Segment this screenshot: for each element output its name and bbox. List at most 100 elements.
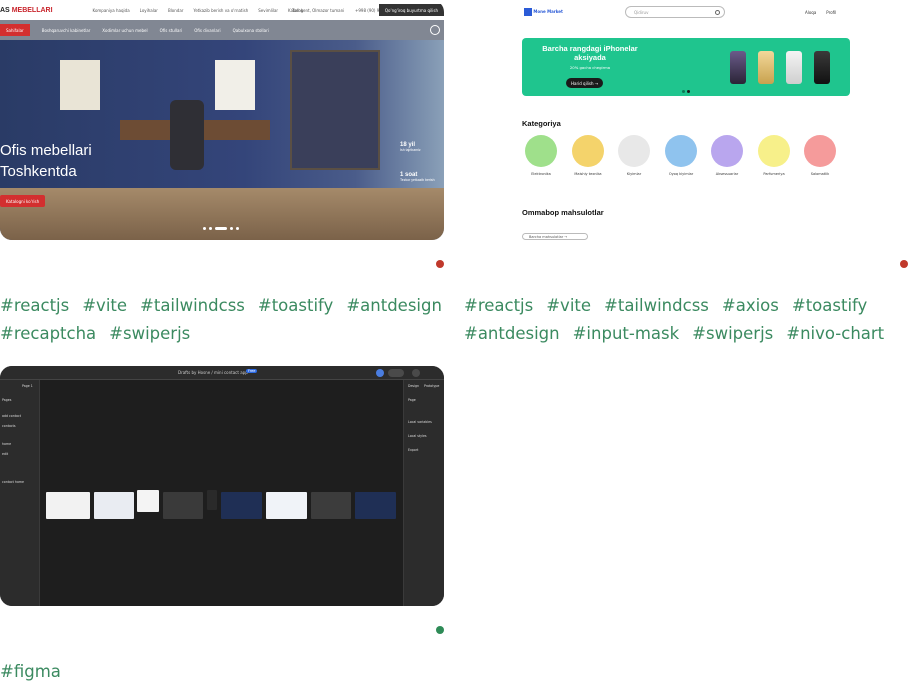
floor	[0, 188, 444, 240]
bookshelf	[290, 50, 380, 170]
tag[interactable]: #figma	[0, 660, 61, 684]
nav-item[interactable]: Blondar	[168, 8, 183, 13]
search-input[interactable]: Qidiruv	[625, 6, 725, 18]
frame-thumbnail[interactable]	[137, 490, 159, 512]
catalog-button[interactable]: Katalogni ko'rish	[0, 195, 46, 207]
banner-title: Barcha rangdagi iPhonelar aksiyada	[542, 44, 638, 62]
panel-section[interactable]: Export	[408, 448, 418, 452]
health-icon	[804, 135, 836, 167]
panel-section[interactable]: Local variables	[408, 420, 432, 424]
menu-item-active[interactable]: Sahifalar	[0, 24, 30, 36]
tag[interactable]: #recaptcha	[0, 322, 96, 346]
clothing-icon	[618, 135, 650, 167]
menu-item[interactable]: Boshqaruvchi kabinetlar	[42, 28, 91, 33]
tag-list: #figma	[0, 660, 444, 684]
tag[interactable]: #tailwindcss	[604, 294, 709, 318]
nav-item[interactable]: Sevimlilar	[258, 8, 278, 13]
tag[interactable]: #input-mask	[573, 322, 680, 346]
nav-item[interactable]: Loyihalar	[140, 8, 158, 13]
request-call-button[interactable]: Qo'ng'iroq buyurtma qilish	[378, 4, 444, 16]
search-icon[interactable]	[715, 10, 720, 15]
frame-thumbnail[interactable]	[94, 492, 134, 519]
status-dot	[900, 260, 908, 268]
play-icon[interactable]	[412, 369, 420, 377]
stat-years: 18 yil Ish tajribamiz	[400, 142, 421, 152]
category-item[interactable]: Kiyimlar	[614, 135, 654, 176]
panel-section[interactable]: Local styles	[408, 434, 427, 438]
panel-section: Page	[408, 398, 416, 402]
category-item[interactable]: Oyoq kiyimlar	[661, 135, 701, 176]
phone-image	[814, 51, 830, 84]
perfume-icon	[758, 135, 790, 167]
wall-art	[215, 60, 255, 110]
buy-button[interactable]: Harid qilish →	[566, 78, 604, 88]
search-icon[interactable]	[430, 25, 440, 35]
contact-link[interactable]: Aloqa	[805, 10, 816, 15]
frame-thumbnail[interactable]	[355, 492, 396, 519]
tag[interactable]: #vite	[82, 294, 127, 318]
share-button[interactable]	[388, 369, 404, 377]
layer-item[interactable]: add contact	[2, 414, 21, 418]
tag[interactable]: #antdesign	[464, 322, 560, 346]
market-logo[interactable]: Mone Market	[524, 8, 563, 16]
tag[interactable]: #reactjs	[0, 294, 69, 318]
frame-thumbnail[interactable]	[266, 492, 307, 519]
frame-thumbnail[interactable]	[221, 492, 262, 519]
slider-pagination[interactable]	[203, 227, 239, 230]
layer-item[interactable]: Pages	[2, 398, 11, 402]
phone-image	[758, 51, 774, 84]
category-item[interactable]: Parfumeriya	[754, 135, 794, 176]
layers-panel: Page 1 Pages add contact contacts home e…	[0, 380, 40, 606]
tag[interactable]: #toastify	[792, 294, 867, 318]
address: Toshkent, Olmazor tumani	[292, 7, 345, 13]
tag[interactable]: #axios	[722, 294, 779, 318]
nav-item[interactable]: Kompaniya haqida	[93, 8, 130, 13]
site-logo[interactable]: AS MEBELLARI	[0, 7, 53, 14]
design-canvas[interactable]	[40, 380, 403, 606]
menu-item[interactable]: Ofis stullari	[160, 28, 183, 33]
category-item[interactable]: Maishiy texnika	[568, 135, 608, 176]
category-item[interactable]: Aksessuarlar	[707, 135, 747, 176]
layer-item[interactable]: edit	[2, 452, 8, 456]
layer-item[interactable]: contact home	[2, 480, 24, 484]
promo-banner[interactable]: Barcha rangdagi iPhonelar aksiyada 20% g…	[522, 38, 850, 96]
category-item[interactable]: Elektronika	[521, 135, 561, 176]
banner-pagination[interactable]	[682, 90, 690, 93]
tag[interactable]: #toastify	[258, 294, 333, 318]
tag[interactable]: #swiperjs	[692, 322, 773, 346]
hero-title: Ofis mebellari Toshkentda	[0, 142, 92, 180]
avatar[interactable]	[376, 369, 384, 377]
tag[interactable]: #nivo-chart	[786, 322, 884, 346]
tag[interactable]: #tailwindcss	[140, 294, 245, 318]
banner-subtitle: 20% gacha chegirma	[569, 65, 611, 70]
site-nav: Kompaniya haqida Loyihalar Blondar Yetka…	[93, 8, 304, 13]
page-selector[interactable]: Page 1	[22, 384, 33, 388]
all-products-button[interactable]: Barcha mahsulotlar →	[522, 233, 588, 240]
accessories-icon	[711, 135, 743, 167]
menu-item[interactable]: Ofis divanlari	[194, 28, 220, 33]
nav-item[interactable]: Yetkazib berish va o'rnatish	[193, 8, 248, 13]
frame-thumbnail[interactable]	[163, 492, 203, 519]
project-preview-furniture[interactable]: AS MEBELLARI Kompaniya haqida Loyihalar …	[0, 0, 444, 240]
layer-item[interactable]: contacts	[2, 424, 16, 428]
frame-thumbnail[interactable]	[311, 492, 351, 519]
frame-thumbnail[interactable]	[46, 492, 90, 519]
project-preview-figma[interactable]: Drafts by Hosne / mini contact app Free …	[0, 366, 444, 606]
tab-prototype[interactable]: Prototype	[424, 384, 439, 388]
category-item[interactable]: Salomatlik	[800, 135, 840, 176]
frame-thumbnail[interactable]	[207, 490, 217, 510]
status-dot	[436, 260, 444, 268]
tag[interactable]: #reactjs	[464, 294, 533, 318]
breadcrumb[interactable]: Drafts by Hosne / mini contact app	[178, 370, 248, 375]
tag[interactable]: #swiperjs	[109, 322, 190, 346]
phone-image	[786, 51, 802, 84]
categories-title: Kategoriya	[522, 119, 561, 128]
tab-design[interactable]: Design	[408, 384, 419, 388]
tag[interactable]: #antdesign	[346, 294, 442, 318]
menu-item[interactable]: Xodimlar uchun mebel	[102, 28, 147, 33]
profile-link[interactable]: Profil	[826, 10, 836, 15]
appliances-icon	[572, 135, 604, 167]
menu-item[interactable]: Qabulxona stollari	[233, 28, 269, 33]
layer-item[interactable]: home	[2, 442, 11, 446]
tag[interactable]: #vite	[546, 294, 591, 318]
